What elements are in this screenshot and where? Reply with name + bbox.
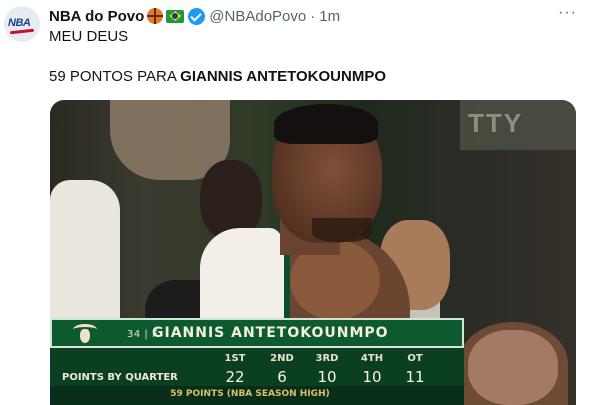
player-beard (312, 218, 372, 242)
author-handle[interactable]: @NBAdoPovo (209, 8, 306, 25)
quarter-header: 1ST (224, 353, 246, 364)
tweet[interactable]: NBA NBA do Povo @NBAdoPovo · 1m ··· MEU … (0, 0, 590, 405)
points-by-quarter-label: POINTS BY QUARTER (62, 372, 178, 383)
bucks-logo-icon (73, 324, 97, 344)
scoreboard-footer: 59 POINTS (NBA SEASON HIGH) (50, 386, 464, 405)
scoreboard-quarters: 1ST 2ND 3RD 4TH OT POINTS BY QUARTER 22 … (50, 348, 464, 386)
quarter-points: 6 (277, 368, 287, 386)
avatar[interactable]: NBA (4, 6, 40, 42)
tweet-text-line-1: MEU DEUS (49, 28, 129, 45)
quarter-points: 10 (362, 368, 382, 386)
quarter-header: 3RD (315, 353, 339, 364)
player-hair (274, 104, 378, 144)
scoreboard-graphic: 34 | F GIANNIS ANTETOKOUNMPO 1ST 2ND 3RD… (50, 318, 464, 405)
quarter-points: 22 (225, 368, 245, 386)
quarter-header: OT (407, 353, 423, 364)
author-name[interactable]: NBA do Povo (49, 8, 144, 25)
more-dots-icon[interactable]: ··· (558, 5, 576, 24)
separator: · (310, 7, 316, 25)
quarter-header: 2ND (270, 353, 294, 364)
arena-sign-text: TTY (468, 108, 524, 138)
tweet-header: NBA do Povo @NBAdoPovo · 1m (49, 6, 340, 26)
brazil-flag-icon (166, 9, 185, 23)
tweet-text-prefix: 59 PONTOS PARA (49, 68, 181, 85)
tweet-text-line-2: 59 PONTOS PARA GIANNIS ANTETOKOUNMPO (49, 68, 386, 85)
basketball-icon (147, 8, 164, 24)
quarter-header: 4TH (360, 353, 384, 364)
quarter-points: 11 (405, 368, 425, 386)
timestamp[interactable]: 1m (319, 8, 340, 25)
verified-badge-icon[interactable] (188, 7, 206, 25)
scoreboard-header: 34 | F GIANNIS ANTETOKOUNMPO (50, 318, 464, 348)
quarter-points: 10 (317, 368, 337, 386)
tweet-text-bold: GIANNIS ANTETOKOUNMPO (180, 68, 387, 85)
bucks-logo-box (55, 322, 121, 346)
season-high-text: 59 POINTS (NBA SEASON HIGH) (170, 389, 330, 399)
fan-face (468, 330, 558, 405)
scoreboard-player-name: GIANNIS ANTETOKOUNMPO (152, 325, 389, 341)
